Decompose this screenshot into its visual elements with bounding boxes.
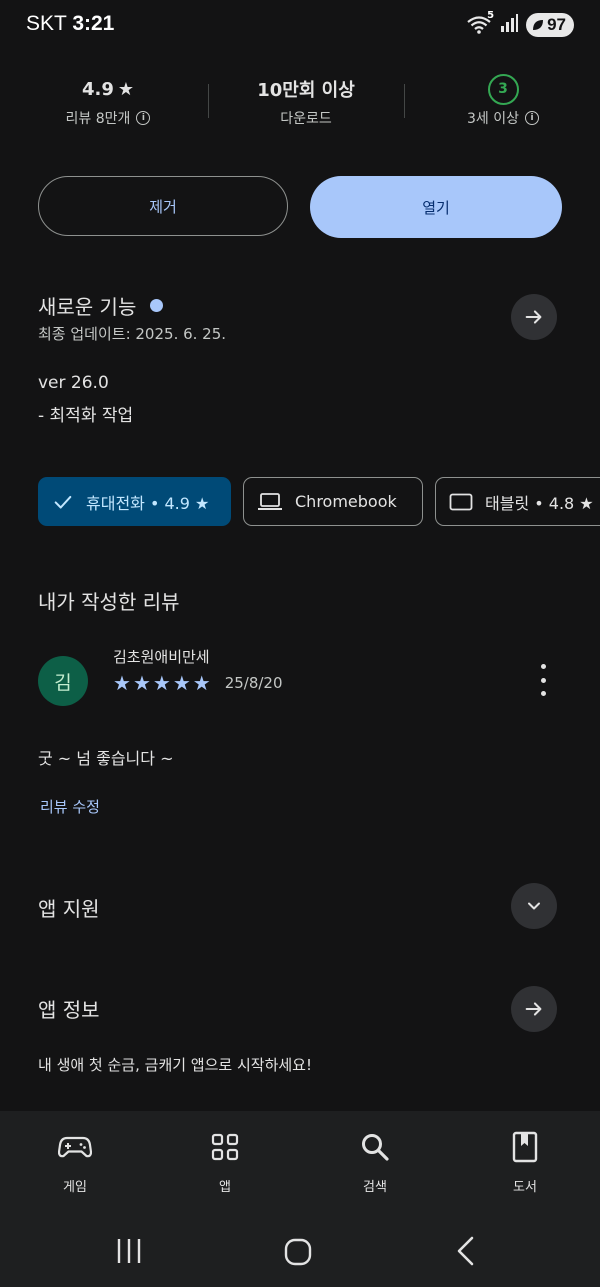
wifi-icon: 5 bbox=[466, 10, 494, 35]
uninstall-button[interactable]: 제거 bbox=[38, 176, 288, 236]
star-icon: ★ bbox=[192, 671, 211, 695]
review-date: 25/8/20 bbox=[224, 674, 283, 692]
review-text: 굿 ~ 넘 좋습니다 ~ bbox=[38, 749, 174, 768]
version-text: ver 26.0 bbox=[38, 373, 109, 393]
nav-books-label: 도서 bbox=[513, 1180, 537, 1195]
age-rating-stat[interactable]: 3 3세 이상 i bbox=[413, 73, 593, 128]
star-icon: ★ bbox=[113, 671, 131, 695]
age-rating-label: 3세 이상 bbox=[467, 111, 519, 127]
info-icon: i bbox=[136, 111, 151, 125]
book-icon bbox=[512, 1131, 538, 1163]
divider bbox=[208, 84, 209, 118]
review-meta: ★ ★ ★ ★ ★ 25/8/20 bbox=[113, 671, 283, 695]
arrow-right-icon bbox=[525, 1002, 542, 1016]
nav-search-label: 검색 bbox=[363, 1180, 387, 1195]
app-info-description: 내 생애 첫 순금, 금캐기 앱으로 시작하세요! bbox=[38, 1056, 312, 1074]
clock: 3:21 bbox=[72, 12, 115, 35]
star-icon: ★ bbox=[117, 78, 135, 100]
downloads-label: 다운로드 bbox=[280, 111, 332, 127]
home-icon bbox=[284, 1238, 312, 1266]
nav-games-label: 게임 bbox=[63, 1180, 87, 1195]
app-support-title[interactable]: 앱 지원 bbox=[38, 893, 100, 922]
downloads-stat: 10만회 이상 다운로드 bbox=[216, 76, 396, 128]
rating-label: 리뷰 8만개 bbox=[65, 111, 131, 127]
chip-phone[interactable]: 휴대전화 • 4.9 ★ bbox=[38, 477, 231, 526]
status-bar-right: 5 97 bbox=[466, 10, 574, 37]
back-button[interactable] bbox=[452, 1235, 480, 1271]
app-info-title[interactable]: 앱 정보 bbox=[38, 994, 100, 1023]
back-icon bbox=[457, 1236, 474, 1266]
more-options-icon[interactable] bbox=[531, 664, 555, 696]
last-updated: 최종 업데이트: 2025. 6. 25. bbox=[38, 325, 227, 343]
whats-new-title: 새로운 기능 bbox=[38, 295, 137, 319]
chip-phone-label: 휴대전화 • 4.9 ★ bbox=[86, 493, 210, 513]
divider bbox=[404, 84, 405, 118]
age-rating-badge: 3 bbox=[487, 73, 519, 105]
rating-value: 4.9 bbox=[81, 78, 114, 100]
whats-new-header[interactable]: 새로운 기능 bbox=[38, 291, 164, 320]
nav-search[interactable]: 검색 bbox=[325, 1128, 425, 1195]
my-review-title: 내가 작성한 리뷰 bbox=[38, 590, 180, 614]
chip-chromebook-label: Chromebook bbox=[295, 492, 397, 511]
star-icon: ★ bbox=[172, 671, 191, 695]
gamepad-icon bbox=[58, 1136, 92, 1158]
whats-new-arrow-button[interactable] bbox=[511, 294, 557, 340]
battery-level: 97 bbox=[547, 15, 566, 34]
nav-games[interactable]: 게임 bbox=[25, 1128, 125, 1195]
star-icon: ★ bbox=[152, 671, 171, 695]
downloads-value: 10만회 이상 bbox=[257, 80, 355, 101]
leaf-icon bbox=[533, 20, 544, 30]
rating-stat[interactable]: 4.9 ★ 리뷰 8만개 i bbox=[18, 76, 198, 128]
search-icon bbox=[362, 1134, 389, 1161]
info-icon: i bbox=[525, 111, 539, 125]
nav-books[interactable]: 도서 bbox=[475, 1128, 575, 1195]
recents-button[interactable] bbox=[113, 1236, 145, 1270]
chip-tablet-label: 태블릿 • 4.8 ★ bbox=[485, 493, 594, 513]
avatar: 김 bbox=[38, 656, 88, 706]
home-button[interactable] bbox=[282, 1236, 314, 1272]
app-info-arrow-button[interactable] bbox=[511, 986, 557, 1032]
open-button[interactable]: 열기 bbox=[310, 176, 562, 238]
apps-grid-icon bbox=[211, 1133, 239, 1161]
signal-icon bbox=[500, 14, 519, 36]
nav-apps-label: 앱 bbox=[219, 1180, 231, 1195]
check-icon bbox=[54, 495, 72, 509]
chip-chromebook[interactable]: Chromebook bbox=[243, 477, 423, 526]
edit-review-link[interactable]: 리뷰 수정 bbox=[40, 796, 100, 817]
battery-indicator: 97 bbox=[526, 13, 574, 37]
review-stars: ★ ★ ★ ★ ★ bbox=[113, 671, 211, 695]
release-note: - 최적화 작업 bbox=[38, 406, 134, 426]
laptop-icon bbox=[258, 492, 282, 510]
star-icon: ★ bbox=[132, 671, 151, 695]
carrier-label: SKT bbox=[26, 12, 67, 35]
new-dot-indicator bbox=[150, 299, 164, 312]
status-bar-left: SKT 3:21 bbox=[26, 12, 114, 36]
review-author: 김초원애비만세 bbox=[113, 648, 210, 666]
app-support-expand-button[interactable] bbox=[511, 883, 557, 929]
nav-apps[interactable]: 앱 bbox=[175, 1128, 275, 1195]
recents-icon bbox=[117, 1239, 141, 1263]
arrow-right-icon bbox=[525, 310, 542, 324]
tablet-icon bbox=[449, 493, 473, 510]
chip-tablet[interactable]: 태블릿 • 4.8 ★ bbox=[435, 477, 600, 526]
chevron-down-icon bbox=[528, 902, 540, 910]
wifi-badge: 5 bbox=[487, 10, 495, 21]
